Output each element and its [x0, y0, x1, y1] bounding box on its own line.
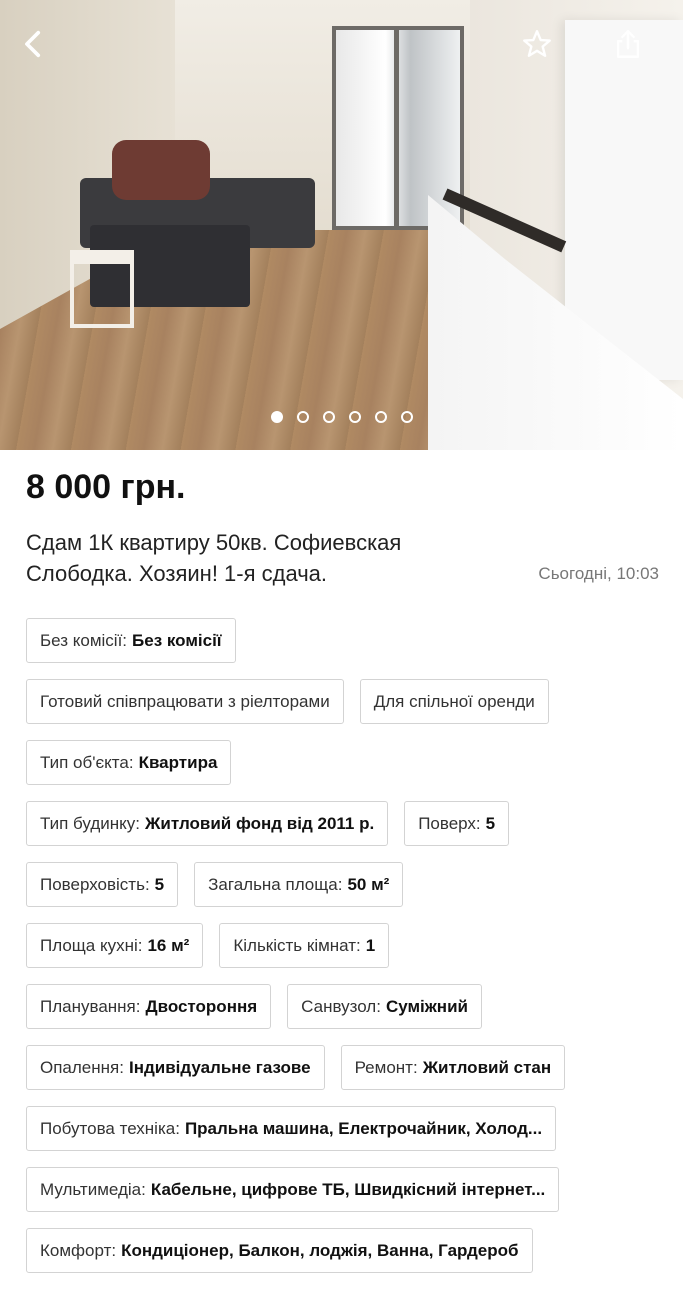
parameter-label: Побутова техніка: [40, 1118, 180, 1138]
parameter-chip[interactable]: Ремонт: Житловий стан [340, 1045, 566, 1090]
parameter-value: 50 м² [347, 874, 390, 894]
parameter-value: 5 [485, 813, 496, 833]
photo-cushion [112, 140, 210, 200]
parameter-value: Житловий стан [422, 1057, 552, 1077]
gallery-dot[interactable] [322, 411, 335, 423]
parameter-value: Квартира [138, 752, 218, 772]
parameter-chip[interactable]: Кількість кімнат: 1 [219, 923, 390, 968]
favorite-button[interactable] [515, 22, 559, 66]
parameter-chip[interactable]: Мультимедіа: Кабельне, цифрове ТБ, Швидкі… [26, 1167, 560, 1212]
photo-door-divider [394, 26, 399, 230]
share-icon [616, 30, 640, 58]
share-button[interactable] [606, 22, 650, 66]
parameters-row: Без комісії: Без комісії [26, 618, 666, 663]
parameters-row: Опалення: Індивідуальне газове Ремонт: Житл… [26, 1045, 666, 1090]
parameters-row: Мультимедіа: Кабельне, цифрове ТБ, Швидкі… [26, 1167, 666, 1212]
parameter-label: Поверх: [418, 813, 481, 833]
back-button[interactable] [12, 22, 56, 66]
parameter-label: Готовий співпрацювати з ріелторами [40, 691, 330, 711]
parameters-row: Побутова техніка: Пральна машина, Електро… [26, 1106, 666, 1151]
parameter-label: Площа кухні: [40, 935, 143, 955]
parameter-label: Кількість кімнат: [233, 935, 361, 955]
star-outline-icon [523, 30, 551, 57]
parameter-value: Суміжний [385, 996, 468, 1016]
parameter-chip[interactable]: Поверх: 5 [404, 801, 510, 846]
parameter-chip[interactable]: Готовий співпрацювати з ріелторами [26, 679, 344, 724]
gallery-dot[interactable] [374, 411, 387, 423]
parameters-row: Площа кухні: 16 м² Кількість кімнат: 1 [26, 923, 666, 968]
parameter-chip[interactable]: Планування: Двостороння [26, 984, 272, 1029]
parameter-label: Ремонт: [354, 1057, 418, 1077]
parameter-value: Кабельне, цифрове ТБ, Швидкісний інтерне… [150, 1179, 546, 1199]
parameter-chip[interactable]: Тип будинку: Житловий фонд від 2011 р. [26, 801, 389, 846]
listing-title: Сдам 1К квартиру 50кв. Софиевская Слобод… [26, 530, 402, 586]
parameter-label: Тип будинку: [40, 813, 141, 833]
photo-stool [70, 250, 134, 328]
listing-date: Сьогодні, 10:03 [538, 564, 659, 583]
parameter-value: Без комісії [132, 630, 222, 650]
parameters-row: Готовий співпрацювати з ріелторами Для сп… [26, 679, 666, 724]
parameter-value: 16 м² [147, 935, 190, 955]
listing-price: 8 000 грн. [26, 468, 186, 506]
parameter-chip[interactable]: Для спільної оренди [359, 679, 549, 724]
gallery-pagination[interactable] [0, 411, 683, 423]
parameters-list: Без комісії: Без комісії Готовий співпрацю… [26, 618, 666, 1289]
gallery-dot[interactable] [270, 411, 283, 423]
parameter-label: Санвузол: [301, 996, 381, 1016]
chevron-left-icon [25, 30, 41, 58]
parameters-row: Планування: Двостороння Санвузол: Суміжний [26, 984, 666, 1029]
parameter-value: 1 [365, 935, 376, 955]
parameters-row: Тип об'єкта: Квартира [26, 740, 666, 785]
photo-gallery[interactable] [0, 0, 683, 450]
parameter-value: Двостороння [145, 996, 258, 1016]
parameter-label: Планування: [40, 996, 141, 1016]
parameter-chip[interactable]: Площа кухні: 16 м² [26, 923, 204, 968]
parameter-label: Опалення: [40, 1057, 124, 1077]
parameter-value: 5 [154, 874, 165, 894]
gallery-dot[interactable] [348, 411, 361, 423]
parameter-label: Загальна площа: [208, 874, 343, 894]
parameter-chip[interactable]: Поверховість: 5 [26, 862, 179, 907]
parameter-chip[interactable]: Загальна площа: 50 м² [194, 862, 404, 907]
gallery-dot[interactable] [296, 411, 309, 423]
parameters-row: Поверховість: 5 Загальна площа: 50 м² [26, 862, 666, 907]
gallery-dot[interactable] [400, 411, 413, 423]
parameter-label: Поверховість: [40, 874, 150, 894]
parameter-label: Без комісії: [40, 630, 128, 650]
parameter-value: Пральна машина, Електрочайник, Холод... [184, 1118, 543, 1138]
parameter-label: Для спільної оренди [373, 691, 535, 711]
parameter-chip[interactable]: Побутова техніка: Пральна машина, Електро… [26, 1106, 557, 1151]
parameter-label: Тип об'єкта: [40, 752, 134, 772]
parameters-row: Тип будинку: Житловий фонд від 2011 р. Пов… [26, 801, 666, 846]
parameter-chip[interactable]: Опалення: Індивідуальне газове [26, 1045, 325, 1090]
parameter-chip[interactable]: Тип об'єкта: Квартира [26, 740, 232, 785]
parameters-row: Комфорт: Кондиціонер, Балкон, лоджія, Ван… [26, 1228, 666, 1273]
parameter-chip[interactable]: Комфорт: Кондиціонер, Балкон, лоджія, Ван… [26, 1228, 533, 1273]
parameter-chip[interactable]: Без комісії: Без комісії [26, 618, 236, 663]
parameter-label: Комфорт: [40, 1240, 117, 1260]
parameter-value: Кондиціонер, Балкон, лоджія, Ванна, Гард… [121, 1240, 519, 1260]
parameter-chip[interactable]: Санвузол: Суміжний [287, 984, 482, 1029]
parameter-value: Житловий фонд від 2011 р. [145, 813, 375, 833]
parameter-label: Мультимедіа: [40, 1179, 146, 1199]
parameter-value: Індивідуальне газове [128, 1057, 311, 1077]
